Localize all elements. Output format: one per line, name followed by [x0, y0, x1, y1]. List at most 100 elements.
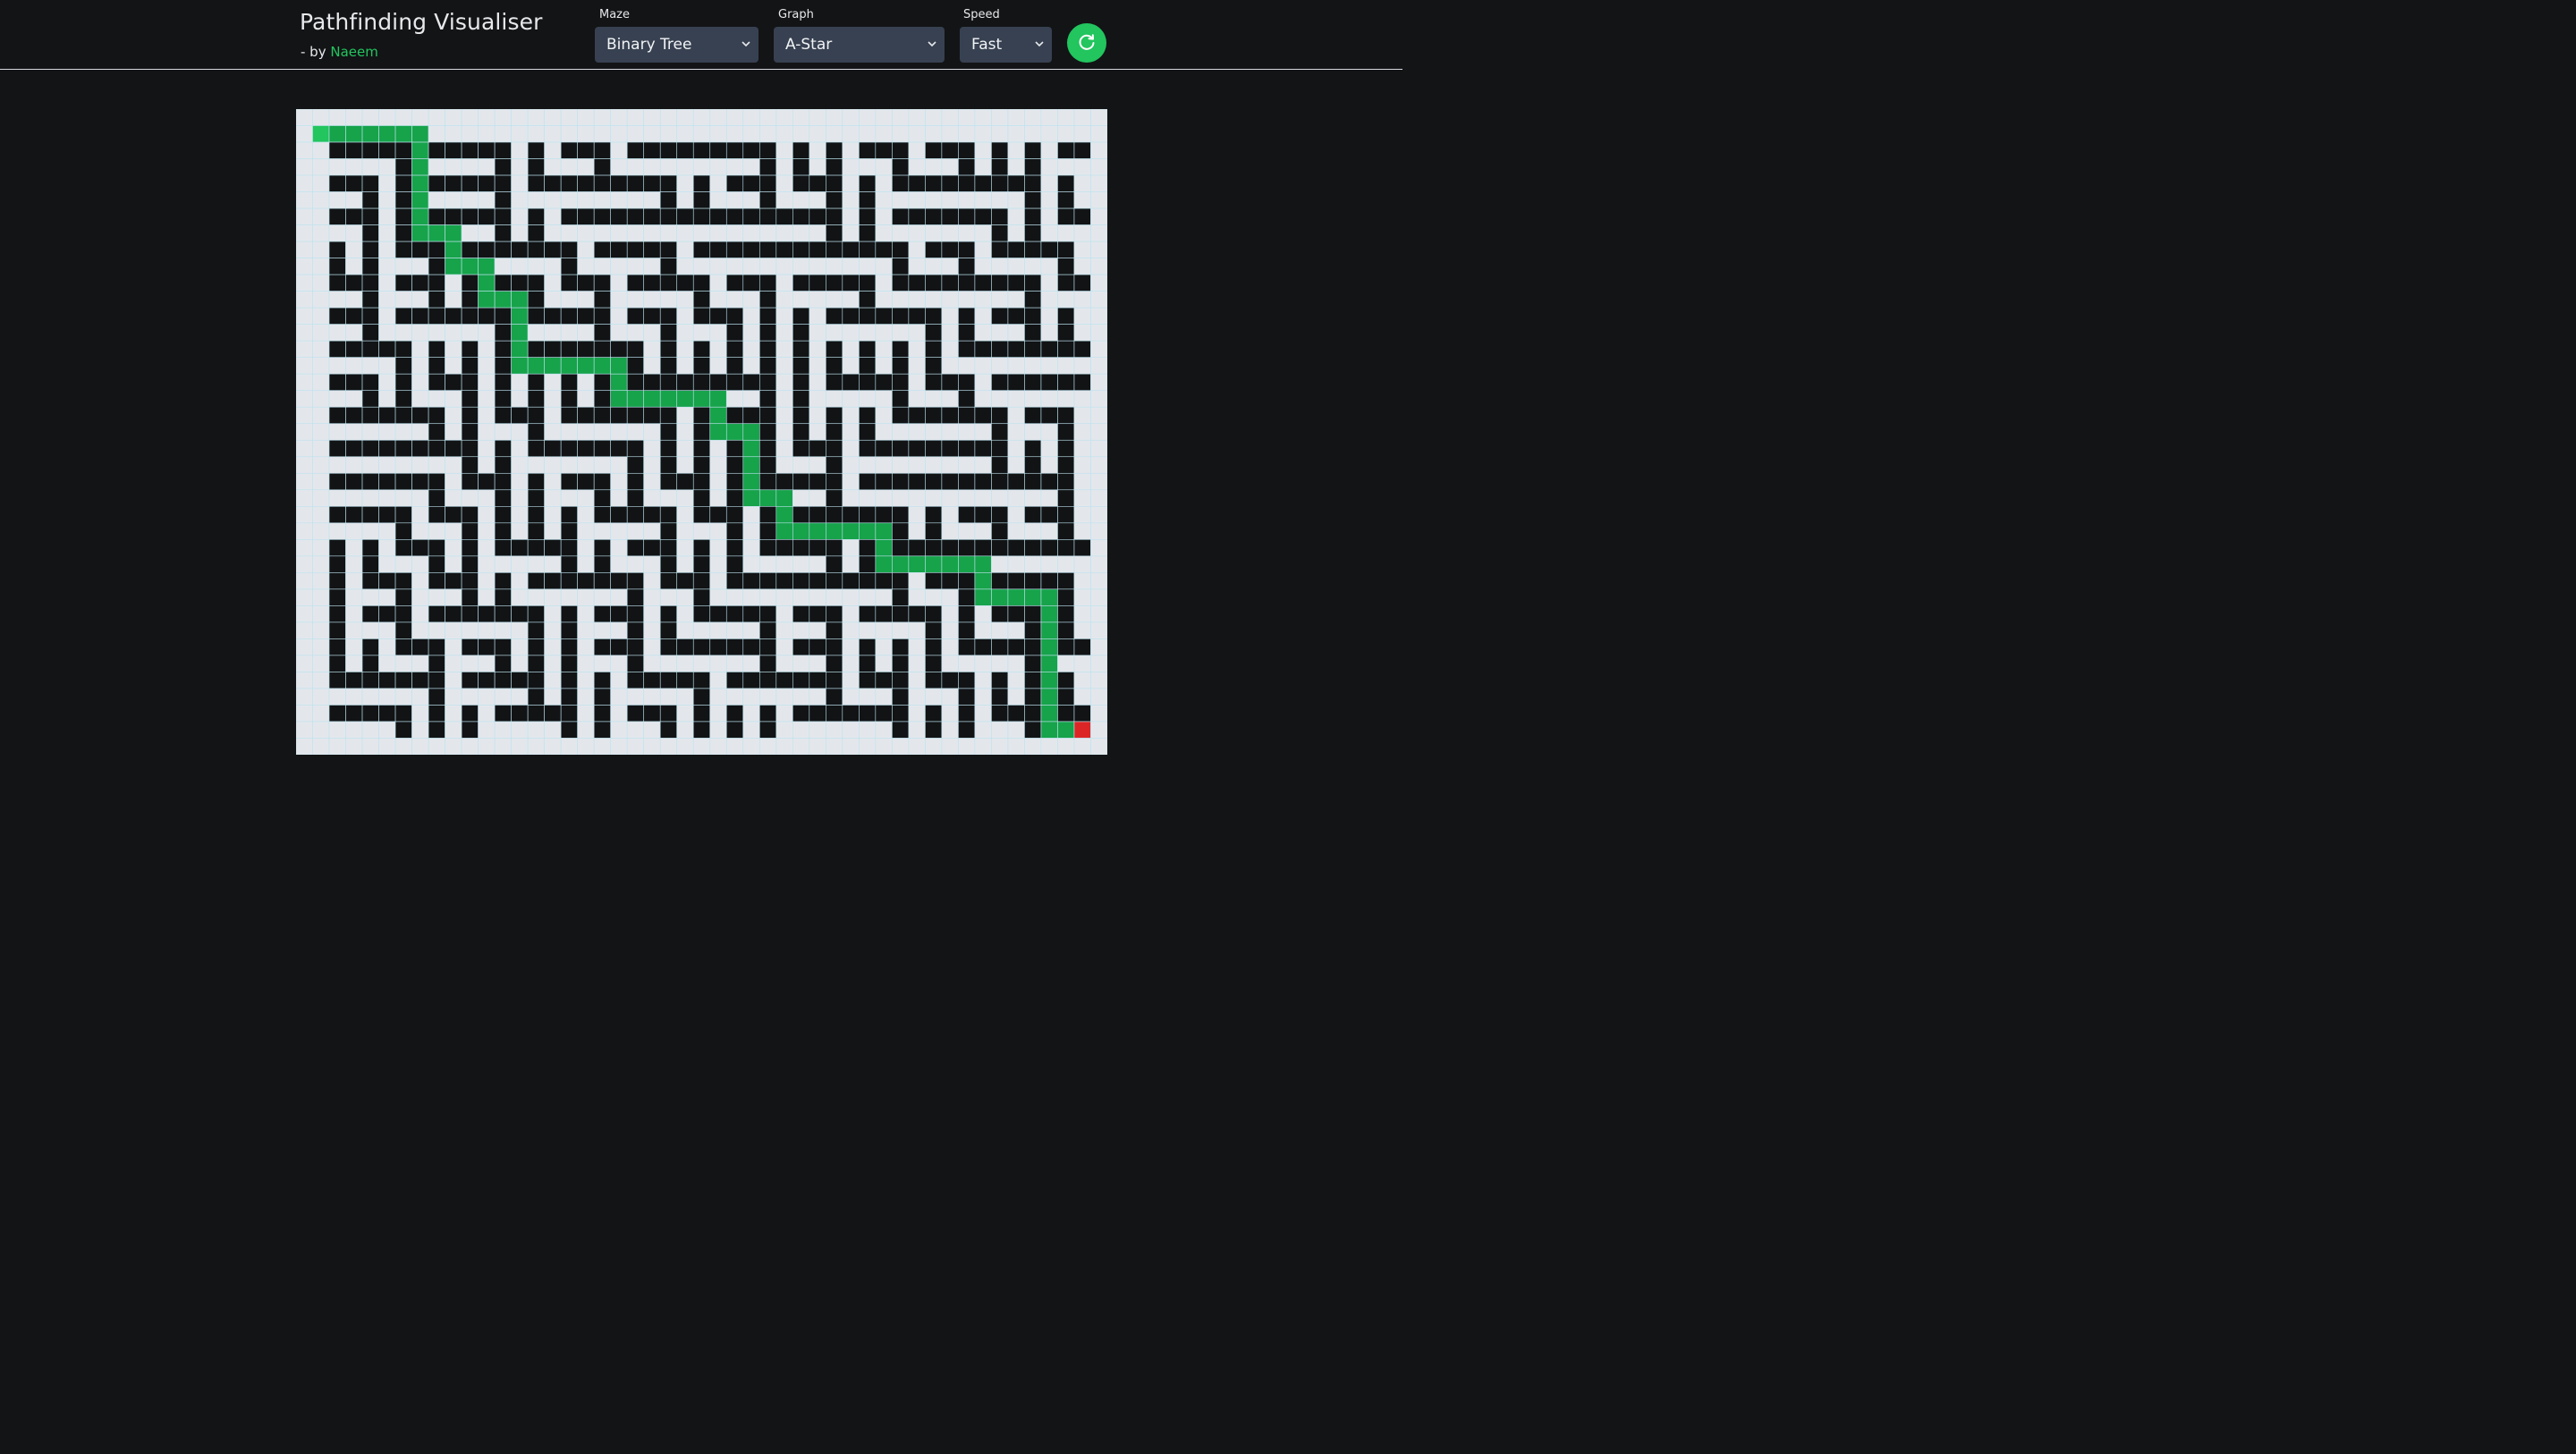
wall-cell[interactable] [792, 141, 810, 159]
open-cell[interactable] [974, 738, 992, 755]
wall-cell[interactable] [826, 357, 843, 375]
open-cell[interactable] [676, 174, 694, 192]
open-cell[interactable] [544, 456, 562, 474]
wall-cell[interactable] [792, 373, 810, 392]
wall-cell[interactable] [826, 456, 843, 474]
open-cell[interactable] [1007, 125, 1025, 143]
path-cell[interactable] [991, 588, 1009, 606]
wall-cell[interactable] [1024, 307, 1042, 325]
path-cell[interactable] [709, 406, 727, 425]
open-cell[interactable] [643, 605, 661, 623]
open-cell[interactable] [676, 291, 694, 309]
open-cell[interactable] [1073, 672, 1091, 689]
open-cell[interactable] [842, 605, 860, 623]
wall-cell[interactable] [1057, 207, 1075, 225]
wall-cell[interactable] [527, 340, 545, 358]
wall-cell[interactable] [809, 439, 826, 458]
wall-cell[interactable] [378, 705, 396, 723]
wall-cell[interactable] [859, 539, 877, 557]
wall-cell[interactable] [659, 174, 678, 192]
open-cell[interactable] [1073, 489, 1091, 507]
open-cell[interactable] [345, 539, 363, 557]
wall-cell[interactable] [758, 522, 777, 540]
wall-cell[interactable] [560, 241, 578, 258]
wall-cell[interactable] [941, 174, 959, 192]
wall-cell[interactable] [626, 456, 645, 474]
open-cell[interactable] [478, 621, 496, 639]
open-cell[interactable] [511, 191, 529, 209]
open-cell[interactable] [725, 158, 744, 176]
wall-cell[interactable] [494, 655, 512, 672]
open-cell[interactable] [478, 456, 496, 474]
open-cell[interactable] [842, 588, 860, 606]
wall-cell[interactable] [428, 489, 445, 507]
open-cell[interactable] [659, 738, 678, 755]
open-cell[interactable] [445, 472, 462, 491]
path-cell[interactable] [742, 439, 760, 458]
wall-cell[interactable] [859, 672, 877, 689]
open-cell[interactable] [1040, 274, 1058, 292]
wall-cell[interactable] [826, 539, 843, 557]
open-cell[interactable] [643, 224, 661, 242]
wall-cell[interactable] [725, 489, 744, 507]
open-cell[interactable] [941, 638, 959, 656]
wall-cell[interactable] [593, 274, 611, 292]
open-cell[interactable] [775, 158, 793, 176]
open-cell[interactable] [445, 688, 462, 706]
wall-cell[interactable] [494, 390, 512, 408]
open-cell[interactable] [296, 522, 313, 540]
wall-cell[interactable] [544, 340, 562, 358]
open-cell[interactable] [445, 655, 462, 672]
wall-cell[interactable] [527, 638, 545, 656]
wall-cell[interactable] [1024, 158, 1042, 176]
wall-cell[interactable] [892, 241, 910, 258]
open-cell[interactable] [577, 241, 595, 258]
open-cell[interactable] [692, 738, 711, 755]
open-cell[interactable] [676, 688, 694, 706]
open-cell[interactable] [758, 125, 777, 143]
open-cell[interactable] [826, 721, 843, 739]
graph-select[interactable]: A-Star [774, 27, 945, 63]
open-cell[interactable] [725, 291, 744, 309]
wall-cell[interactable] [758, 241, 777, 258]
open-cell[interactable] [378, 174, 396, 192]
open-cell[interactable] [511, 258, 529, 275]
open-cell[interactable] [775, 141, 793, 159]
open-cell[interactable] [378, 373, 396, 392]
open-cell[interactable] [626, 738, 645, 755]
wall-cell[interactable] [394, 705, 412, 723]
open-cell[interactable] [1090, 125, 1107, 143]
wall-cell[interactable] [692, 672, 711, 689]
open-cell[interactable] [775, 738, 793, 755]
wall-cell[interactable] [1040, 506, 1058, 524]
wall-cell[interactable] [394, 307, 412, 325]
open-cell[interactable] [925, 456, 943, 474]
open-cell[interactable] [1007, 207, 1025, 225]
wall-cell[interactable] [925, 506, 943, 524]
open-cell[interactable] [494, 721, 512, 739]
open-cell[interactable] [643, 456, 661, 474]
wall-cell[interactable] [692, 705, 711, 723]
wall-cell[interactable] [328, 588, 346, 606]
wall-cell[interactable] [610, 572, 628, 590]
wall-cell[interactable] [626, 588, 645, 606]
open-cell[interactable] [1040, 738, 1058, 755]
open-cell[interactable] [1040, 141, 1058, 159]
open-cell[interactable] [792, 738, 810, 755]
open-cell[interactable] [511, 621, 529, 639]
wall-cell[interactable] [411, 539, 429, 557]
wall-cell[interactable] [725, 406, 744, 425]
wall-cell[interactable] [378, 439, 396, 458]
open-cell[interactable] [974, 621, 992, 639]
wall-cell[interactable] [792, 357, 810, 375]
open-cell[interactable] [544, 207, 562, 225]
open-cell[interactable] [676, 721, 694, 739]
wall-cell[interactable] [792, 638, 810, 656]
open-cell[interactable] [842, 539, 860, 557]
open-cell[interactable] [445, 555, 462, 573]
open-cell[interactable] [875, 406, 893, 425]
path-cell[interactable] [1007, 588, 1025, 606]
open-cell[interactable] [792, 191, 810, 209]
open-cell[interactable] [1073, 125, 1091, 143]
wall-cell[interactable] [775, 572, 793, 590]
